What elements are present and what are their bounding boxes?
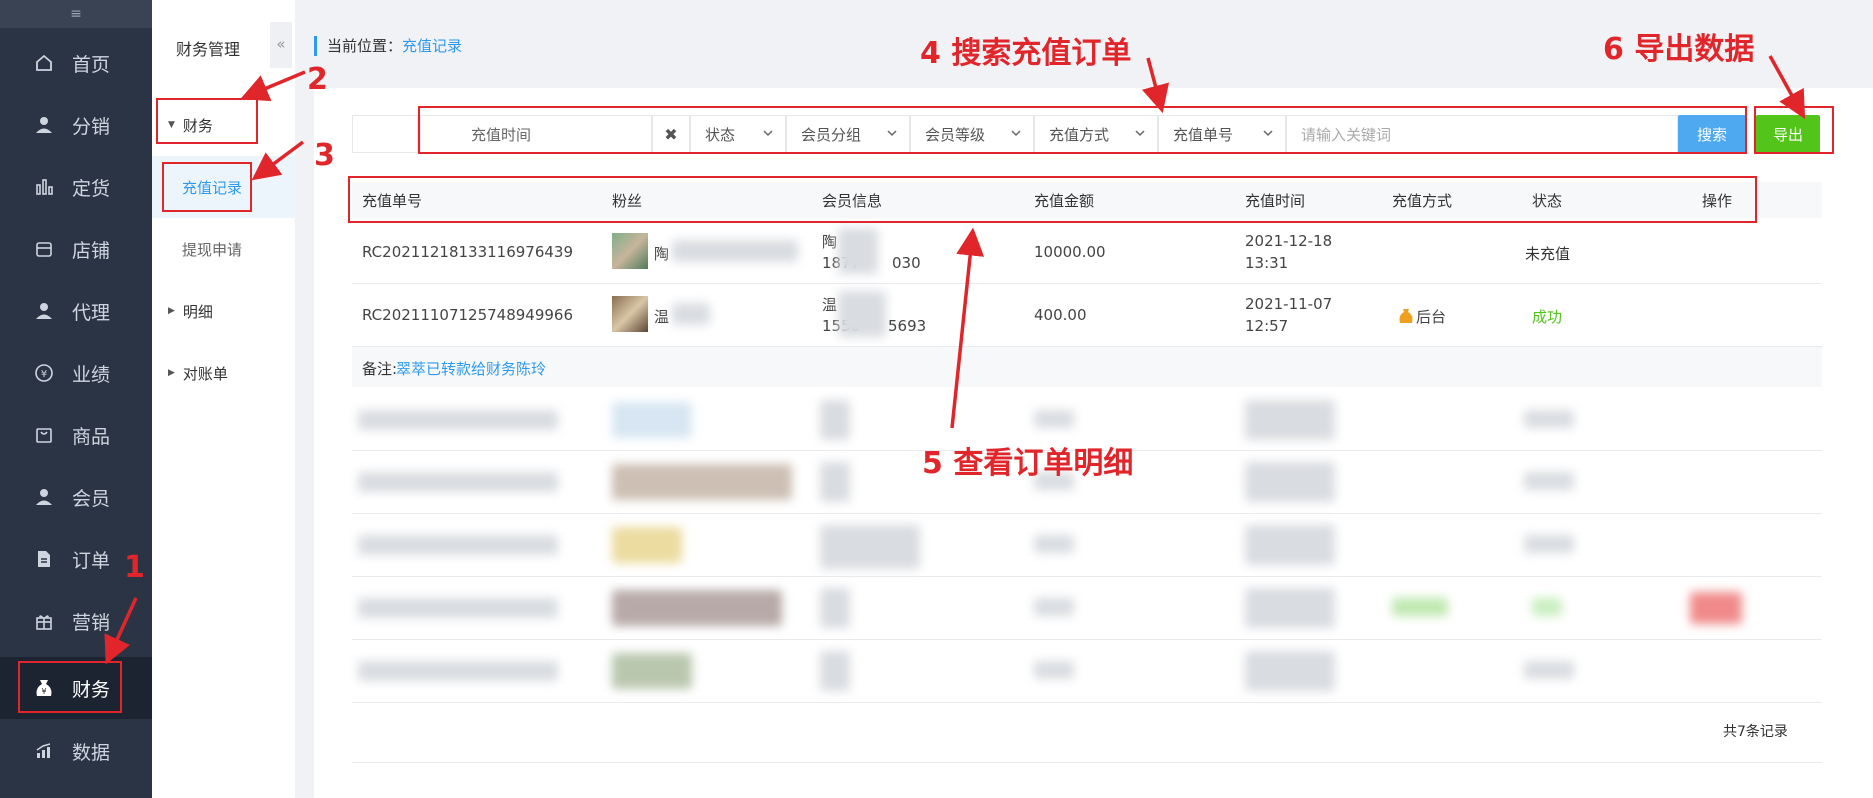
arrow-step-1 bbox=[104, 597, 138, 665]
arrow-step-2 bbox=[240, 70, 306, 102]
arrow-step-3 bbox=[251, 140, 305, 181]
arrow-step-6 bbox=[1768, 55, 1806, 120]
arrow-step-5 bbox=[950, 227, 985, 429]
annotation-arrows bbox=[104, 55, 1806, 665]
arrow-step-4 bbox=[1141, 57, 1170, 114]
